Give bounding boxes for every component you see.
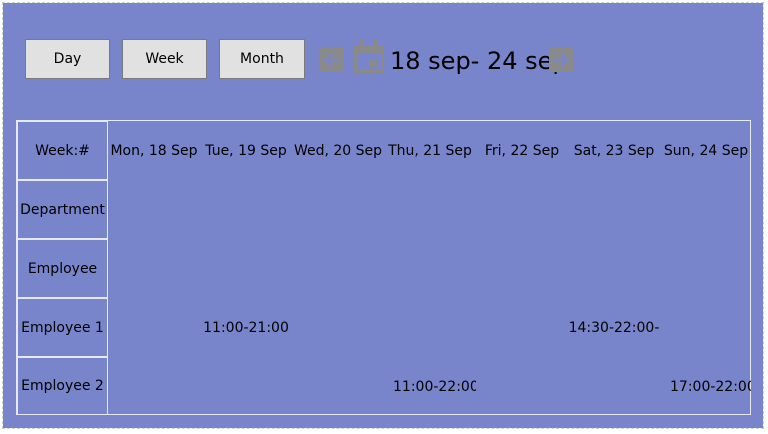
day-view-button[interactable]: Day: [25, 39, 110, 79]
shift-employee-2-sun[interactable]: 17:00-22:00 (: [660, 357, 751, 416]
row-header-department: Department: [17, 180, 108, 239]
row-header-employee-2: Employee 2: [17, 357, 108, 415]
scheduler-panel: Day Week Month 18 sep- 24 sep Week:# Dep…: [2, 2, 764, 429]
calendar-icon[interactable]: [352, 39, 386, 75]
day-header-sun: Sun, 24 Sep: [663, 142, 749, 159]
arrow-left-icon[interactable]: [320, 48, 344, 72]
schedule-grid: Week:# Department Employee Employee 1 Em…: [16, 120, 751, 415]
arrow-right-icon[interactable]: [549, 48, 573, 72]
shift-employee-1-sat[interactable]: 14:30-22:00-: [568, 298, 660, 357]
week-view-button[interactable]: Week: [122, 39, 207, 79]
day-header-fri: Fri, 22 Sep: [484, 142, 560, 159]
date-range-label: 18 sep- 24 sep: [390, 47, 568, 75]
day-header-tue: Tue, 19 Sep: [205, 142, 287, 159]
row-header-employee-1: Employee 1: [17, 298, 108, 357]
day-header-mon: Mon, 18 Sep: [110, 142, 198, 159]
row-header-employee: Employee: [17, 239, 108, 298]
shift-employee-2-thu[interactable]: 11:00-22:00 (: [384, 357, 476, 416]
day-header-thu: Thu, 21 Sep: [388, 142, 472, 159]
week-number-header: Week:#: [17, 121, 108, 180]
shift-employee-1-tue[interactable]: 11:00-21:00: [200, 298, 292, 357]
day-header-sat: Sat, 23 Sep: [573, 142, 655, 159]
month-view-button[interactable]: Month: [219, 39, 305, 79]
day-header-wed: Wed, 20 Sep: [293, 142, 383, 159]
